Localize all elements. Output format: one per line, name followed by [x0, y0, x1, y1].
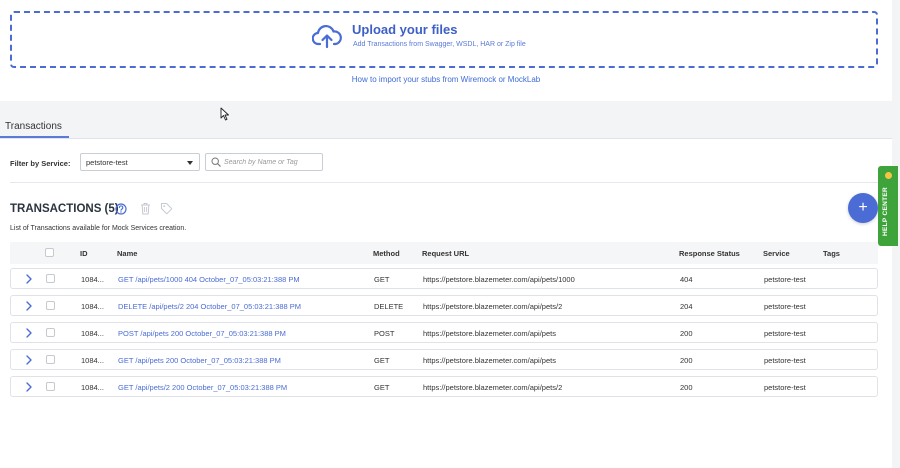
- column-header-response-status: Response Status: [679, 249, 740, 258]
- import-stubs-link[interactable]: How to import your stubs from Wiremock o…: [0, 75, 892, 84]
- column-header-service: Service: [763, 249, 790, 258]
- row-checkbox[interactable]: [46, 328, 55, 337]
- row-name-link[interactable]: DELETE /api/pets/2 204 October_07_05:03:…: [118, 302, 301, 311]
- row-method: DELETE: [374, 302, 404, 311]
- row-service: petstore-test: [764, 329, 806, 338]
- row-id: 1084...: [81, 356, 104, 365]
- row-id: 1084...: [81, 302, 104, 311]
- table-row[interactable]: 1084... GET /api/pets/1000 404 October_0…: [10, 268, 878, 289]
- column-header-tags: Tags: [823, 249, 840, 258]
- row-name-link[interactable]: POST /api/pets 200 October_07_05:03:21:3…: [118, 329, 286, 338]
- table-header: ID Name Method Request URL Response Stat…: [10, 242, 878, 264]
- table-row[interactable]: 1084... GET /api/pets/2 200 October_07_0…: [10, 376, 878, 397]
- row-checkbox[interactable]: [46, 355, 55, 364]
- search-box[interactable]: [205, 153, 323, 171]
- row-response-status: 200: [680, 356, 693, 365]
- row-checkbox[interactable]: [46, 382, 55, 391]
- upload-panel: Upload your files Add Transactions from …: [0, 0, 892, 101]
- row-method: GET: [374, 383, 390, 392]
- select-all-checkbox[interactable]: [45, 248, 54, 257]
- row-request-url: https://petstore.blazemeter.com/api/pets…: [423, 302, 563, 311]
- filter-label: Filter by Service:: [10, 159, 71, 168]
- row-method: GET: [374, 275, 390, 284]
- tab-transactions[interactable]: Transactions: [5, 121, 62, 132]
- row-id: 1084...: [81, 275, 104, 284]
- import-stubs-link-text[interactable]: How to import your stubs from Wiremock o…: [352, 75, 541, 84]
- service-select[interactable]: petstore-test: [80, 153, 200, 171]
- column-header-method: Method: [373, 249, 400, 258]
- chevron-right-icon[interactable]: [25, 301, 33, 311]
- row-id: 1084...: [81, 329, 104, 338]
- row-method: GET: [374, 356, 390, 365]
- row-response-status: 200: [680, 329, 693, 338]
- row-request-url: https://petstore.blazemeter.com/api/pets…: [423, 275, 575, 284]
- file-dropzone[interactable]: Upload your files Add Transactions from …: [10, 11, 878, 68]
- row-checkbox[interactable]: [46, 274, 55, 283]
- row-request-url: https://petstore.blazemeter.com/api/pets: [423, 356, 556, 365]
- row-service: petstore-test: [764, 356, 806, 365]
- help-center-label: HELP CENTER: [882, 186, 889, 236]
- row-checkbox[interactable]: [46, 301, 55, 310]
- search-icon: [211, 157, 221, 167]
- chevron-right-icon[interactable]: [25, 355, 33, 365]
- row-request-url: https://petstore.blazemeter.com/api/pets: [423, 329, 556, 338]
- chevron-right-icon[interactable]: [25, 382, 33, 392]
- filter-divider: [10, 182, 878, 183]
- help-center-tab[interactable]: HELP CENTER: [878, 166, 898, 246]
- row-response-status: 404: [680, 275, 693, 284]
- chevron-right-icon[interactable]: [25, 328, 33, 338]
- section-title: TRANSACTIONS (5): [10, 203, 119, 215]
- service-select-value: petstore-test: [86, 158, 128, 167]
- row-service: petstore-test: [764, 275, 806, 284]
- column-header-name: Name: [117, 249, 138, 258]
- row-response-status: 200: [680, 383, 693, 392]
- column-header-request-url: Request URL: [422, 249, 470, 258]
- row-id: 1084...: [81, 383, 104, 392]
- row-name-link[interactable]: GET /api/pets/1000 404 October_07_05:03:…: [118, 275, 300, 284]
- notification-badge: [885, 172, 892, 179]
- column-header-id: ID: [80, 249, 88, 258]
- row-name-link[interactable]: GET /api/pets 200 October_07_05:03:21:38…: [118, 356, 281, 365]
- trash-icon[interactable]: [140, 202, 151, 215]
- upload-subtitle: Add Transactions from Swagger, WSDL, HAR…: [353, 41, 526, 48]
- table-row[interactable]: 1084... DELETE /api/pets/2 204 October_0…: [10, 295, 878, 316]
- help-circle-icon[interactable]: [115, 203, 127, 215]
- row-service: petstore-test: [764, 302, 806, 311]
- chevron-right-icon[interactable]: [25, 274, 33, 284]
- row-method: POST: [374, 329, 395, 338]
- caret-down-icon: [187, 161, 193, 165]
- row-service: petstore-test: [764, 383, 806, 392]
- add-transaction-button[interactable]: +: [848, 193, 878, 223]
- row-name-link[interactable]: GET /api/pets/2 200 October_07_05:03:21:…: [118, 383, 287, 392]
- tag-icon[interactable]: [160, 202, 173, 215]
- upload-title: Upload your files: [352, 22, 458, 37]
- section-description: List of Transactions available for Mock …: [10, 225, 187, 232]
- transactions-content: Filter by Service: petstore-test TRANSAC…: [0, 139, 892, 468]
- row-response-status: 204: [680, 302, 693, 311]
- search-input[interactable]: [224, 156, 320, 168]
- tabs-bar: Transactions: [0, 115, 892, 139]
- table-row[interactable]: 1084... GET /api/pets 200 October_07_05:…: [10, 349, 878, 370]
- row-request-url: https://petstore.blazemeter.com/api/pets…: [423, 383, 563, 392]
- cloud-upload-icon: [312, 25, 342, 49]
- table-row[interactable]: 1084... POST /api/pets 200 October_07_05…: [10, 322, 878, 343]
